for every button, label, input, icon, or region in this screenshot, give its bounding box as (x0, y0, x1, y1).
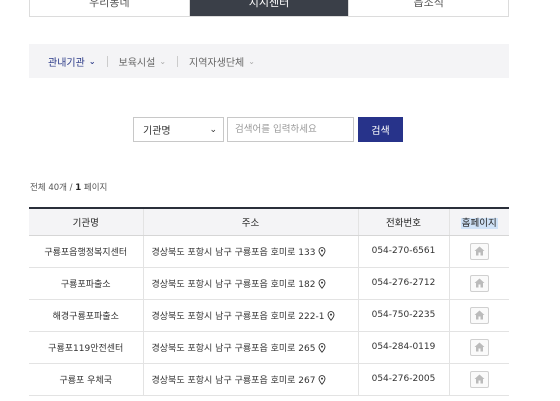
table-header-row: 기관명 주소 전화번호 홈페이지 (29, 208, 509, 236)
count-suffix: 페이지 (83, 183, 108, 193)
header-address: 주소 (142, 208, 358, 236)
home-icon[interactable] (469, 338, 489, 356)
home-icon[interactable] (469, 306, 489, 324)
count-prefix: 전체 40개 / (30, 183, 73, 193)
subnav-item-local-groups[interactable]: 지역자생단체 ⌄ (189, 54, 255, 69)
cell-phone: 054-284-0119 (357, 331, 449, 364)
divider (177, 55, 179, 67)
institution-table: 기관명 주소 전화번호 홈페이지 구룡포읍행정복지센터 경상북도 포항시 남구 … (29, 207, 509, 396)
chevron-down-icon: ⌄ (248, 56, 255, 66)
search-bar: 기관명 ⌄ 검색 (133, 117, 403, 142)
cell-address: 경상북도 포항시 남구 구룡포읍 호미로 222-1 (142, 299, 358, 332)
cell-phone: 054-276-2712 (357, 267, 449, 300)
cell-homepage (448, 363, 509, 396)
cell-name: 구룡포읍행정복지센터 (29, 235, 143, 268)
table-row: 구룡포파출소 경상북도 포항시 남구 구룡포읍 호미로 182 054-276-… (29, 267, 509, 300)
map-pin-icon[interactable] (318, 278, 326, 289)
divider (106, 55, 108, 67)
cell-homepage (448, 299, 509, 332)
header-homepage-label: 홈페이지 (460, 217, 498, 229)
cell-address: 경상북도 포항시 남구 구룡포읍 호미로 265 (142, 331, 358, 364)
tab-label: 우리동네 (89, 0, 130, 9)
subnav-label: 관내기관 (48, 57, 85, 69)
cell-name: 구룡포파출소 (29, 267, 143, 300)
map-pin-icon[interactable] (318, 342, 326, 353)
map-pin-icon[interactable] (318, 374, 326, 385)
map-pin-icon[interactable] (327, 310, 335, 321)
cell-homepage (448, 235, 509, 268)
result-count: 전체 40개 / 1 페이지 (30, 181, 107, 193)
search-input[interactable] (227, 117, 354, 142)
address-text: 경상북도 포항시 남구 구룡포읍 호미로 267 (151, 375, 316, 386)
tab-neighborhood[interactable]: 우리동네 (30, 0, 189, 16)
cell-name: 구룡포 우체국 (29, 363, 143, 396)
cell-address: 경상북도 포항시 남구 구룡포읍 호미로 182 (142, 267, 358, 300)
table-row: 구룡포119안전센터 경상북도 포항시 남구 구룡포읍 호미로 265 054-… (29, 331, 509, 364)
home-icon[interactable] (469, 370, 489, 388)
tab-label: 지시센터 (248, 0, 290, 9)
subnav-label: 지역자생단체 (189, 57, 245, 69)
map-pin-icon[interactable] (318, 246, 326, 257)
table-row: 해경구룡포파출소 경상북도 포항시 남구 구룡포읍 호미로 222-1 054-… (29, 299, 509, 332)
cell-address: 경상북도 포항시 남구 구룡포읍 호미로 267 (142, 363, 358, 396)
chevron-down-icon: ⌄ (209, 124, 217, 135)
address-text: 경상북도 포항시 남구 구룡포읍 호미로 222-1 (151, 311, 325, 322)
subnav-item-childcare[interactable]: 보육시설 ⌄ (119, 54, 167, 69)
tab-label: 읍조직 (413, 0, 444, 9)
address-text: 경상북도 포항시 남구 구룡포읍 호미로 133 (151, 247, 316, 258)
home-icon[interactable] (469, 274, 489, 292)
cell-name: 구룡포119안전센터 (29, 331, 143, 364)
category-subnav: 관내기관 ⌄ 보육시설 ⌄ 지역자생단체 ⌄ (29, 44, 509, 78)
subnav-item-institutions[interactable]: 관내기관 ⌄ (48, 54, 96, 69)
chevron-down-icon: ⌄ (88, 56, 96, 66)
cell-phone: 054-750-2235 (357, 299, 449, 332)
cell-address: 경상북도 포항시 남구 구룡포읍 호미로 133 (142, 235, 358, 268)
subnav-label: 보육시설 (118, 57, 156, 69)
cell-homepage (448, 267, 509, 300)
header-phone: 전화번호 (357, 208, 449, 236)
header-name: 기관명 (29, 208, 143, 236)
cell-phone: 054-276-2005 (357, 363, 449, 396)
tab-organization[interactable]: 읍조직 (348, 0, 509, 16)
current-page: 1 (75, 183, 82, 193)
cell-homepage (448, 331, 509, 364)
select-value: 기관명 (143, 126, 171, 137)
header-homepage: 홈페이지 (448, 208, 509, 236)
address-text: 경상북도 포항시 남구 구룡포읍 호미로 265 (151, 343, 316, 354)
chevron-down-icon: ⌄ (159, 56, 167, 66)
table-row: 구룡포 우체국 경상북도 포항시 남구 구룡포읍 호미로 267 054-276… (29, 363, 509, 396)
tab-center[interactable]: 지시센터 (188, 0, 349, 16)
search-field-select[interactable]: 기관명 ⌄ (133, 117, 224, 142)
cell-phone: 054-270-6561 (357, 235, 449, 268)
top-tabs: 우리동네 지시센터 읍조직 (29, 0, 509, 17)
home-icon[interactable] (469, 242, 489, 260)
table-row: 구룡포읍행정복지센터 경상북도 포항시 남구 구룡포읍 호미로 133 054-… (29, 235, 509, 268)
address-text: 경상북도 포항시 남구 구룡포읍 호미로 182 (151, 279, 316, 290)
cell-name: 해경구룡포파출소 (29, 299, 143, 332)
search-button[interactable]: 검색 (358, 117, 403, 142)
